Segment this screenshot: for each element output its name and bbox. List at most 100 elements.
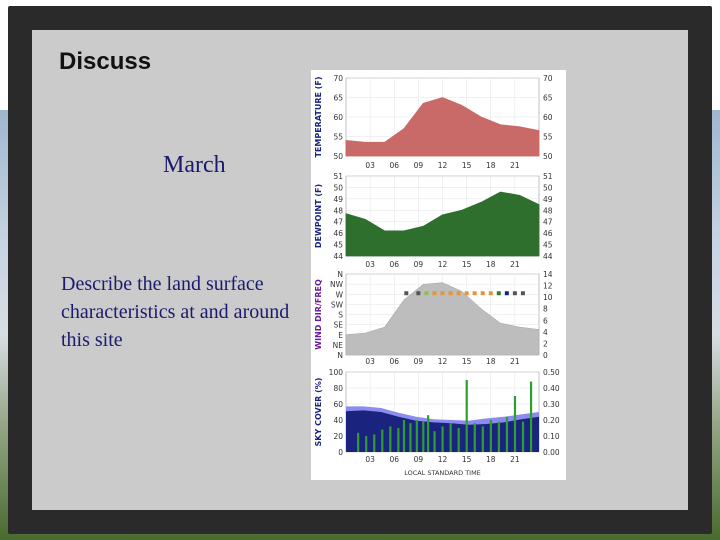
wind-direction-point bbox=[488, 291, 493, 296]
y-tick-left: N bbox=[337, 351, 343, 360]
y-tick-left: 49 bbox=[333, 195, 343, 204]
precip-bar bbox=[415, 420, 418, 452]
precip-bar bbox=[422, 421, 425, 452]
x-tick-label: 06 bbox=[389, 455, 399, 464]
y-tick-right: 44 bbox=[543, 252, 553, 261]
y-tick-left: 47 bbox=[333, 218, 343, 227]
y-tick-left: 44 bbox=[333, 252, 343, 261]
y-tick-right: 48 bbox=[543, 206, 553, 215]
x-tick-label: 12 bbox=[438, 357, 448, 366]
x-tick-label: 03 bbox=[365, 455, 375, 464]
precip-bar bbox=[473, 423, 476, 452]
y-tick-right: 50 bbox=[543, 183, 553, 192]
precip-bar bbox=[397, 428, 400, 452]
precip-bar bbox=[465, 380, 468, 452]
wind-direction-point bbox=[424, 291, 429, 296]
x-tick-label: 12 bbox=[438, 455, 448, 464]
y-tick-left: S bbox=[338, 311, 343, 320]
wind-direction-point bbox=[480, 291, 485, 296]
y-tick-left: 60 bbox=[333, 113, 343, 122]
x-tick-label: 09 bbox=[414, 357, 424, 366]
y-tick-left: SE bbox=[334, 321, 344, 330]
y-tick-right: 0.10 bbox=[543, 432, 560, 441]
y-tick-right: 47 bbox=[543, 218, 553, 227]
y-tick-left: 50 bbox=[333, 152, 343, 161]
precip-bar bbox=[457, 428, 460, 452]
meteogram-svg: 7065605550706560555003 06 09 12 15 18 21TEMPER… bbox=[314, 74, 560, 477]
y-tick-right: 0.30 bbox=[543, 400, 560, 409]
wind-direction-point bbox=[504, 291, 509, 296]
x-tick-label: 18 bbox=[486, 357, 496, 366]
y-tick-right: 50 bbox=[543, 152, 553, 161]
y-tick-right: 0 bbox=[543, 351, 548, 360]
x-tick-label: 21 bbox=[510, 260, 520, 269]
x-tick-label: 15 bbox=[462, 357, 472, 366]
y-tick-right: 60 bbox=[543, 113, 553, 122]
y-tick-left: 60 bbox=[333, 400, 343, 409]
y-tick-left: W bbox=[336, 290, 344, 299]
y-tick-right: 0.40 bbox=[543, 384, 560, 393]
x-tick-label: 18 bbox=[486, 455, 496, 464]
precip-bar bbox=[433, 431, 436, 452]
x-axis-label: LOCAL STANDARD TIME bbox=[404, 469, 481, 477]
slide-title: Discuss bbox=[59, 48, 152, 75]
x-tick-label: 18 bbox=[486, 260, 496, 269]
x-tick-label: 15 bbox=[462, 260, 472, 269]
precip-bar bbox=[365, 436, 368, 452]
x-tick-label: 15 bbox=[462, 455, 472, 464]
x-tick-label: 09 bbox=[414, 455, 424, 464]
x-tick-label: 06 bbox=[389, 161, 399, 170]
wind-direction-point bbox=[432, 291, 437, 296]
precip-bar bbox=[441, 426, 444, 452]
y-tick-left: 0 bbox=[338, 448, 343, 457]
y-axis-label: WIND DIR/FREQ bbox=[314, 279, 323, 350]
wind-direction-point bbox=[448, 291, 453, 296]
x-tick-label: 21 bbox=[510, 161, 520, 170]
y-tick-right: 4 bbox=[543, 328, 548, 337]
precip-bar bbox=[449, 423, 452, 452]
y-tick-right: 65 bbox=[543, 94, 553, 103]
meteogram-figure: 70 65 60 55 50 70 65 60 55 50 03 06 09 12 15 18 21 TEMPER… bbox=[311, 70, 566, 480]
wind-direction-point bbox=[472, 291, 477, 296]
precip-bar bbox=[381, 429, 384, 452]
y-tick-left: 40 bbox=[333, 416, 343, 425]
y-tick-right: 6 bbox=[543, 316, 548, 325]
precip-bar bbox=[521, 421, 525, 452]
y-tick-left: 48 bbox=[333, 206, 343, 215]
y-tick-right: 46 bbox=[543, 229, 553, 238]
wind-direction-point bbox=[496, 291, 501, 296]
y-tick-left: N bbox=[337, 270, 343, 279]
x-tick-label: 12 bbox=[438, 161, 448, 170]
precip-bar bbox=[409, 423, 412, 452]
y-tick-left: 20 bbox=[333, 432, 343, 441]
y-axis-label: DEWPOINT (F) bbox=[314, 184, 323, 248]
precip-bar bbox=[357, 432, 360, 452]
y-tick-right: 14 bbox=[543, 270, 553, 279]
x-tick-label: 09 bbox=[414, 260, 424, 269]
y-tick-right: 55 bbox=[543, 133, 553, 142]
wind-direction-point bbox=[512, 291, 517, 296]
precip-bar bbox=[402, 420, 406, 452]
x-tick-label: 03 bbox=[365, 260, 375, 269]
y-tick-left: NW bbox=[330, 280, 344, 289]
y-tick-right: 8 bbox=[543, 305, 548, 314]
x-tick-label: 03 bbox=[365, 357, 375, 366]
precip-bar bbox=[481, 426, 484, 452]
wind-direction-point bbox=[404, 291, 409, 296]
x-tick-label: 03 bbox=[365, 161, 375, 170]
y-axis-label: SKY COVER (%) bbox=[314, 378, 323, 447]
y-axis-label: TEMPERATURE (F) bbox=[314, 76, 323, 157]
wind-direction-point bbox=[464, 291, 469, 296]
y-tick-right: 0.50 bbox=[543, 368, 560, 377]
wind-direction-point bbox=[520, 291, 525, 296]
y-tick-right: 0.20 bbox=[543, 416, 560, 425]
y-tick-right: 45 bbox=[543, 241, 553, 250]
y-tick-left: 100 bbox=[329, 368, 344, 377]
y-tick-right: 70 bbox=[543, 74, 553, 83]
precip-bar bbox=[373, 434, 376, 452]
y-tick-left: 55 bbox=[333, 133, 343, 142]
y-tick-right: 49 bbox=[543, 195, 553, 204]
x-tick-label: 18 bbox=[486, 161, 496, 170]
x-tick-label: 06 bbox=[389, 357, 399, 366]
y-tick-left: E bbox=[338, 331, 343, 340]
